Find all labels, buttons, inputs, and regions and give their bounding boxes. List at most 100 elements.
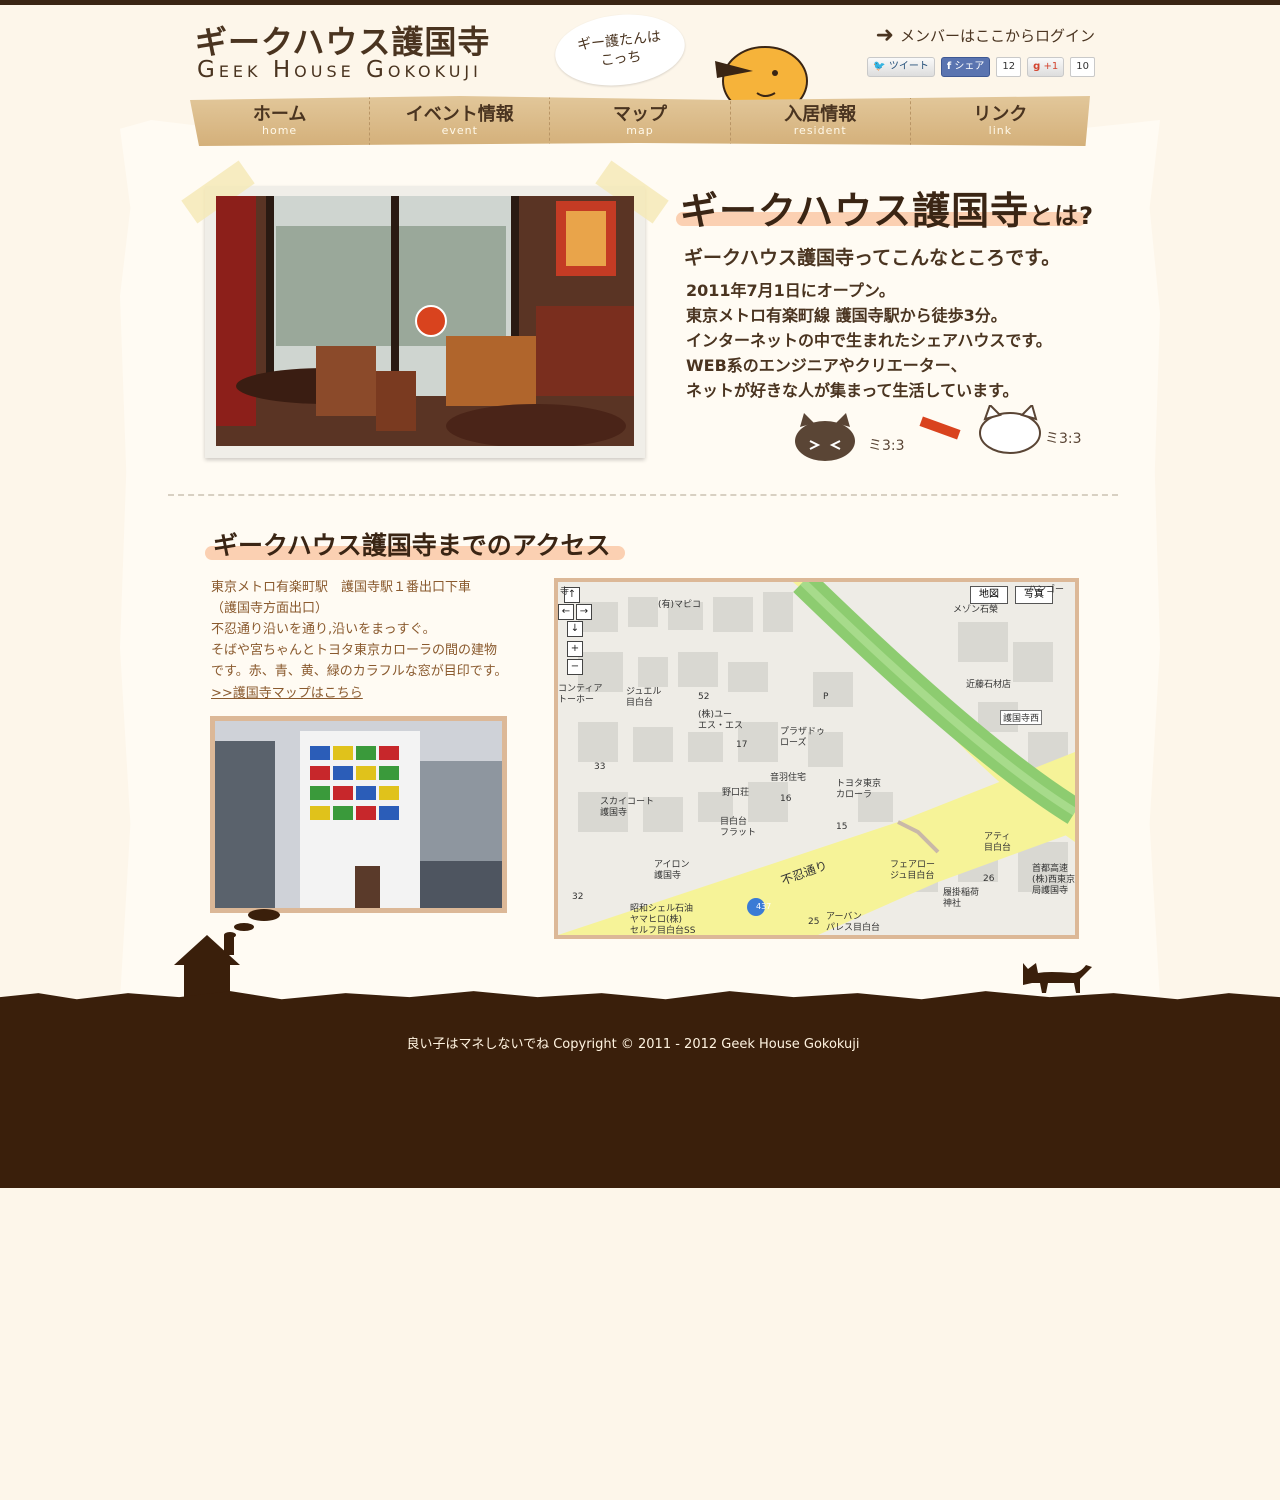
map-label: 15 xyxy=(836,822,848,832)
access-line: （護国寺方面出口） xyxy=(211,601,329,616)
map-label: 17 xyxy=(736,740,748,750)
about-line: インターネットの中で生まれたシェアハウスです。 xyxy=(686,331,1052,350)
nav-item-event[interactable]: イベント情報 event xyxy=(370,96,551,146)
nav-item-resident[interactable]: 入居情報 resident xyxy=(731,96,911,146)
cat-silhouette-icon xyxy=(1023,963,1092,993)
pan-right-icon[interactable]: → xyxy=(576,604,592,620)
about-line: WEB系のエンジニアやクリエーター、 xyxy=(686,356,967,375)
cafe-interior-photo xyxy=(216,196,634,446)
map-label: 33 xyxy=(594,762,606,772)
login-text: メンバーはここからログイン xyxy=(899,27,1095,45)
access-line: そばや宮ちゃんとトヨタ東京カローラの間の建物 xyxy=(211,643,498,658)
about-description: 2011年7月1日にオープン。 東京メトロ有楽町線 護国寺駅から徒歩3分。 イン… xyxy=(686,278,1052,403)
footer-ground xyxy=(0,991,1280,1188)
nav-item-link[interactable]: リンク link xyxy=(911,96,1090,146)
main-nav: ホーム home イベント情報 event マップ map 入居情報 resid… xyxy=(190,96,1090,146)
site-header: ギークハウス護国寺 Geek House Gokokuji ギー護たんはこっち … xyxy=(195,8,1095,103)
nav-label-jp: 入居情報 xyxy=(784,104,857,125)
map-frame: ↑ ← → ↓ + − 地図 写真 寺 (有)マピコ メゾン石榮 ハンゴー コン… xyxy=(554,578,1079,939)
map-label: コンティア トーホー xyxy=(558,684,603,705)
map-label: 近藤石材店 xyxy=(966,680,1012,690)
svg-text:ミ3:3: ミ3:3 xyxy=(1045,431,1082,447)
twitter-icon: 🐦 xyxy=(873,61,886,72)
about-line: 東京メトロ有楽町線 護国寺駅から徒歩3分。 xyxy=(686,306,1007,325)
pan-left-icon[interactable]: ← xyxy=(558,604,574,620)
access-line: 不忍通り沿いを通り,沿いをまっすぐ。 xyxy=(211,622,436,637)
nav-label-jp: リンク xyxy=(973,104,1028,125)
speech-bubble[interactable]: ギー護たんはこっち xyxy=(551,8,689,92)
map-label: 25 xyxy=(808,917,820,927)
map-label: 437 xyxy=(756,902,772,911)
top-bar xyxy=(0,0,1280,5)
map-label: アティ 目白台 xyxy=(984,832,1012,853)
building-illustration xyxy=(215,721,502,908)
nav-label-en: event xyxy=(441,124,478,137)
map-label: スカイコート 護国寺 xyxy=(600,797,655,818)
nav-label-en: home xyxy=(262,124,298,137)
building-photo xyxy=(215,721,502,908)
access-directions: 東京メトロ有楽町駅 護国寺駅１番出口下車 （護国寺方面出口） 不忍通り沿いを通り… xyxy=(211,577,541,704)
cats-illustration-icon: ミ3:3 ミ3:3 xyxy=(795,405,1082,461)
gplus-count: 10 xyxy=(1070,57,1095,77)
mascot-icon[interactable] xyxy=(695,33,825,103)
gplus-button[interactable]: g +1 xyxy=(1027,57,1065,77)
pan-down-icon[interactable]: ↓ xyxy=(567,621,583,637)
about-photo-frame xyxy=(181,160,669,458)
map-label: ハンゴー xyxy=(1028,585,1065,595)
building-photo-frame xyxy=(210,716,507,913)
gplus-icon: g xyxy=(1033,61,1041,72)
zoom-out-icon[interactable]: − xyxy=(567,659,583,675)
map-label: アーバン パレス目白台 xyxy=(826,912,881,933)
login-link[interactable]: ➜ メンバーはここからログイン xyxy=(876,23,1095,48)
svg-text:ミ3:3: ミ3:3 xyxy=(868,438,905,454)
nav-item-home[interactable]: ホーム home xyxy=(190,96,371,146)
nav-item-map[interactable]: マップ map xyxy=(550,96,731,146)
facebook-icon: f xyxy=(946,61,952,72)
about-title-suffix: とは? xyxy=(1029,202,1095,230)
map-label: 首都高速 (株)西東京 局護国寺 xyxy=(1032,864,1075,896)
google-map[interactable]: ↑ ← → ↓ + − 地図 写真 寺 (有)マピコ メゾン石榮 ハンゴー コン… xyxy=(558,582,1075,935)
map-label: 52 xyxy=(698,692,710,702)
nav-label-en: resident xyxy=(793,124,847,137)
nav-label-jp: マップ xyxy=(613,104,667,125)
nav-label-en: map xyxy=(626,124,654,137)
map-label: 履掛稲荷 神社 xyxy=(943,888,980,909)
cafe-interior-illustration xyxy=(216,196,634,446)
map-label: 音羽住宅 xyxy=(770,773,807,783)
access-title: ギークハウス護国寺までのアクセス xyxy=(213,531,611,560)
map-label: ジュエル 目白台 xyxy=(626,687,662,708)
section-divider xyxy=(168,494,1118,496)
tweet-label: ツイート xyxy=(888,61,929,72)
tweet-button[interactable]: 🐦 ツイート xyxy=(867,57,935,77)
about-subtitle: ギークハウス護国寺ってこんなところです。 xyxy=(684,247,1061,269)
map-label: フェアロー ジュ目白台 xyxy=(890,860,936,881)
map-label: P xyxy=(823,692,829,702)
about-title: ギークハウス護国寺とは? xyxy=(680,180,1094,235)
zoom-in-icon[interactable]: + xyxy=(567,641,583,657)
map-label: (有)マピコ xyxy=(658,600,702,610)
about-line: 2011年7月1日にオープン。 xyxy=(686,281,895,300)
gplus-label: +1 xyxy=(1043,61,1059,72)
map-label: 32 xyxy=(572,892,584,902)
speech-bubble-text: ギー護たんはこっち xyxy=(576,28,662,70)
social-buttons: 🐦 ツイート f シェア 12 g +1 10 xyxy=(867,57,1095,77)
house-silhouette-icon xyxy=(174,909,280,1000)
about-line: ネットが好きな人が集まって生活しています。 xyxy=(686,381,1019,400)
gokokuji-map-link[interactable]: >>護国寺マップはこちら xyxy=(211,683,363,704)
nav-label-jp: ホーム xyxy=(252,104,307,125)
footer-copyright: 良い子はマネしないでね Copyright © 2011 - 2012 Geek… xyxy=(406,1037,860,1052)
about-title-main: ギークハウス護国寺 xyxy=(680,189,1030,233)
nav-label-en: link xyxy=(988,124,1013,137)
facebook-count: 12 xyxy=(996,57,1022,77)
map-label: プラザドゥ ローズ xyxy=(780,727,826,748)
map-roads-illustration xyxy=(558,582,1075,935)
nav-label-jp: イベント情報 xyxy=(405,104,514,125)
facebook-share-button[interactable]: f シェア xyxy=(940,57,991,77)
site-logo-en[interactable]: Geek House Gokokuji xyxy=(197,57,482,83)
map-label: (株)ユー エス・エス xyxy=(698,710,744,731)
map-label: 野口荘 xyxy=(722,788,750,798)
map-label: 26 xyxy=(983,874,995,884)
map-label: メゾン石榮 xyxy=(953,605,999,615)
map-label: 目白台 フラット xyxy=(720,817,757,838)
map-label: 昭和シェル石油 ヤマヒロ(株) セルフ目白台SS xyxy=(630,904,696,935)
